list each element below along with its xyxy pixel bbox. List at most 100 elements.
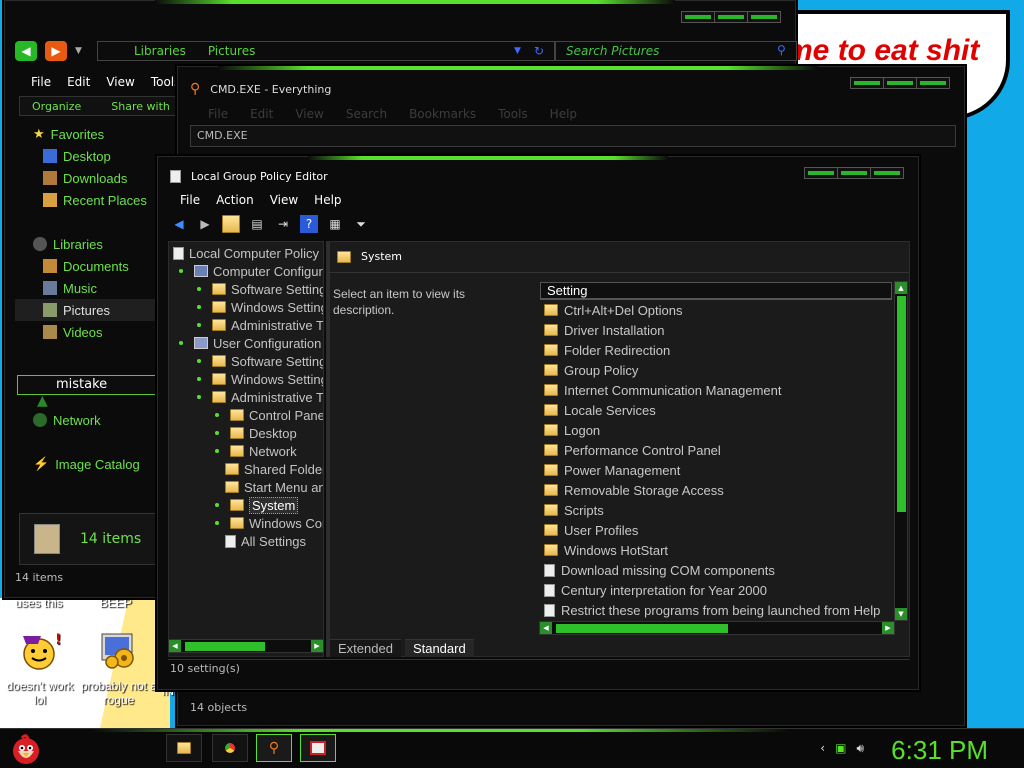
forward-button[interactable]: ▶ <box>45 41 67 61</box>
close-button[interactable] <box>871 168 903 178</box>
list-item[interactable]: Locale Services <box>540 400 892 420</box>
address-crumb-libraries[interactable]: Libraries <box>134 44 186 58</box>
angry-bird-start-icon[interactable] <box>8 731 44 767</box>
caption-buttons[interactable] <box>850 77 950 89</box>
export-list-icon[interactable]: ⇥ <box>274 215 292 233</box>
list-item[interactable]: Ctrl+Alt+Del Options <box>540 300 892 320</box>
address-crumb-pictures[interactable]: Pictures <box>208 44 256 58</box>
search-input[interactable]: Search Pictures <box>555 41 797 61</box>
taskbar-clock[interactable]: 6:31 PM <box>891 735 988 766</box>
column-header-setting[interactable]: Setting <box>540 282 892 300</box>
expand-dot-icon[interactable] <box>179 269 183 273</box>
tray-network-icon[interactable]: ▣ <box>835 741 846 756</box>
nav-libraries[interactable]: Libraries <box>15 233 160 255</box>
tree-horizontal-scrollbar[interactable]: ◀ ▶ <box>168 639 324 653</box>
menu-view[interactable]: View <box>270 193 298 207</box>
scroll-left-icon[interactable]: ◀ <box>169 640 181 652</box>
tree-node-shared-folders[interactable]: Shared Folders <box>225 460 323 478</box>
list-item[interactable]: Folder Redirection <box>540 340 892 360</box>
minimize-button[interactable] <box>851 78 884 88</box>
properties-icon[interactable]: ▦ <box>326 215 344 233</box>
desktop-icon-uses-this[interactable]: uses this <box>6 596 72 610</box>
menu-bookmarks[interactable]: Bookmarks <box>409 107 476 121</box>
menu-tools[interactable]: Tools <box>498 107 528 121</box>
list-item[interactable]: User Profiles <box>540 520 892 540</box>
tree-node-control-panel[interactable]: Control Panel <box>215 406 323 424</box>
expand-dot-icon[interactable] <box>215 413 219 417</box>
settings-horizontal-scrollbar[interactable]: ◀ ▶ <box>539 621 895 635</box>
expand-dot-icon[interactable] <box>197 395 201 399</box>
nav-network[interactable]: Network <box>15 409 160 431</box>
nav-videos[interactable]: Videos <box>15 321 160 343</box>
tree-node-software-settings[interactable]: Software Settings <box>197 280 323 298</box>
filter-icon[interactable]: ⏷ <box>352 215 370 233</box>
expand-dot-icon[interactable] <box>197 305 201 309</box>
taskbar-gpedit-button[interactable] <box>300 734 336 762</box>
organize-button[interactable]: Organize <box>32 100 81 113</box>
refresh-icon[interactable]: ↻ <box>534 44 544 58</box>
scroll-down-icon[interactable]: ▼ <box>895 608 907 620</box>
menu-edit[interactable]: Edit <box>67 75 90 89</box>
list-item[interactable]: Driver Installation <box>540 320 892 340</box>
tree-node-network[interactable]: Network <box>215 442 297 460</box>
maximize-button[interactable] <box>715 12 748 22</box>
tree-node-start-menu[interactable]: Start Menu and Taskbar <box>225 478 323 496</box>
minimize-button[interactable] <box>805 168 838 178</box>
settings-vertical-scrollbar[interactable]: ▲ ▼ <box>894 281 908 621</box>
search-icon[interactable]: ⚲ <box>777 43 786 57</box>
recent-pages-chevron-icon[interactable]: ▼ <box>75 46 82 56</box>
nav-downloads[interactable]: Downloads <box>15 167 160 189</box>
scroll-right-icon[interactable]: ▶ <box>311 640 323 652</box>
nav-image-catalog[interactable]: ⚡ Image Catalog <box>15 453 160 475</box>
expand-dot-icon[interactable] <box>197 323 201 327</box>
expand-dot-icon[interactable] <box>215 431 219 435</box>
list-item[interactable]: Performance Control Panel <box>540 440 892 460</box>
tree-node-computer-configuration[interactable]: Computer Configuration <box>179 262 323 280</box>
nav-pictures[interactable]: Pictures <box>15 299 160 321</box>
tab-extended[interactable]: Extended <box>330 639 401 657</box>
expand-dot-icon[interactable] <box>215 503 219 507</box>
taskbar-chrome-button[interactable] <box>212 734 248 762</box>
gpedit-window[interactable]: Local Group Policy Editor File Action Vi… <box>157 156 919 690</box>
menu-view[interactable]: View <box>295 107 323 121</box>
tree-node-windows-settings[interactable]: Windows Settings <box>197 370 323 388</box>
tray-volume-icon[interactable]: 🔊︎ <box>856 741 864 756</box>
caption-buttons[interactable] <box>681 11 781 23</box>
tree-node-windows-components[interactable]: Windows Components <box>215 514 323 532</box>
expand-dot-icon[interactable] <box>215 449 219 453</box>
expand-dot-icon[interactable] <box>197 359 201 363</box>
maximize-button[interactable] <box>884 78 917 88</box>
expand-dot-icon[interactable] <box>197 287 201 291</box>
nav-recent-places[interactable]: Recent Places <box>15 189 160 211</box>
list-item[interactable]: Century interpretation for Year 2000 <box>540 580 892 600</box>
desktop-icon-rogue[interactable]: probably not a rogue <box>80 630 158 707</box>
list-item[interactable]: Removable Storage Access <box>540 480 892 500</box>
menu-help[interactable]: Help <box>550 107 577 121</box>
nav-documents[interactable]: Documents <box>15 255 160 277</box>
menu-help[interactable]: Help <box>314 193 341 207</box>
menu-tools[interactable]: Tools <box>151 75 181 89</box>
help-icon[interactable]: ? <box>300 215 318 233</box>
expand-dot-icon[interactable] <box>179 341 183 345</box>
expand-dot-icon[interactable] <box>197 377 201 381</box>
list-item[interactable]: Scripts <box>540 500 892 520</box>
list-item[interactable]: Power Management <box>540 460 892 480</box>
menu-search[interactable]: Search <box>346 107 387 121</box>
tab-standard[interactable]: Standard <box>404 639 474 657</box>
desktop-icon-beep[interactable]: BEEP <box>86 596 146 610</box>
list-item[interactable]: Logon <box>540 420 892 440</box>
nav-music[interactable]: Music <box>15 277 160 299</box>
list-item[interactable]: Download missing COM components <box>540 560 892 580</box>
taskbar-explorer-button[interactable] <box>166 734 202 762</box>
share-with-button[interactable]: Share with <box>111 100 170 113</box>
tree-node-administrative-templates[interactable]: Administrative Templates <box>197 388 323 406</box>
nav-desktop[interactable]: Desktop <box>15 145 160 167</box>
desktop-icon-yahoo-messenger[interactable]: ! doesn't work lol <box>2 630 78 707</box>
tree-node-windows-settings[interactable]: Windows Settings <box>197 298 323 316</box>
scroll-up-icon[interactable]: ▲ <box>895 282 907 294</box>
tree-node-administrative-templates[interactable]: Administrative Templates <box>197 316 323 334</box>
scroll-left-icon[interactable]: ◀ <box>540 622 552 634</box>
address-dropdown-icon[interactable]: ▼ <box>514 46 521 56</box>
nav-favorites[interactable]: ★ Favorites <box>15 123 160 145</box>
maximize-button[interactable] <box>838 168 871 178</box>
